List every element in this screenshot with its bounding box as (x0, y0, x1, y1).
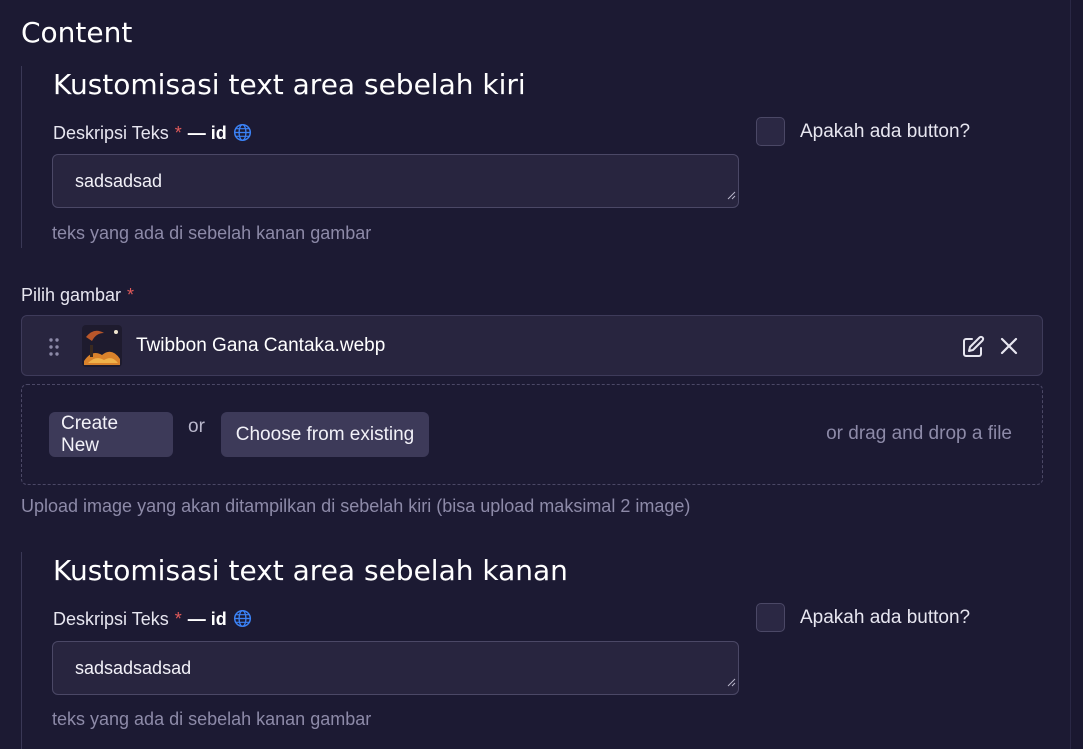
file-thumbnail (82, 325, 122, 367)
globe-icon (233, 123, 252, 147)
image-field-label-text: Pilih gambar (21, 285, 122, 305)
left-text-area-section: Kustomisasi text area sebelah kiri Deskr… (21, 66, 1043, 248)
has-button-checkbox[interactable] (756, 603, 785, 632)
page-title: Content (21, 16, 133, 49)
locale-label: — id (187, 123, 227, 143)
or-separator: or (188, 416, 205, 437)
create-new-button[interactable]: Create New (49, 412, 173, 457)
description-textarea-left[interactable]: sadsadsad (52, 154, 739, 208)
textarea-value: sadsadsadsad (75, 657, 192, 678)
right-text-area-section: Kustomisasi text area sebelah kanan Desk… (21, 552, 1043, 749)
has-button-label: Apakah ada button? (800, 120, 971, 142)
image-field-label: Pilih gambar * (21, 285, 134, 306)
description-helper: teks yang ada di sebelah kanan gambar (52, 223, 372, 243)
has-button-label: Apakah ada button? (800, 606, 971, 628)
file-dropzone[interactable]: Create New or Choose from existing or dr… (21, 384, 1043, 485)
description-helper: teks yang ada di sebelah kanan gambar (52, 709, 372, 729)
required-mark: * (174, 609, 182, 629)
drag-handle-icon[interactable] (48, 337, 60, 362)
locale-label: — id (187, 609, 227, 629)
file-name: Twibbon Gana Cantaka.webp (136, 335, 386, 356)
section-divider (21, 66, 22, 248)
selected-file-row: Twibbon Gana Cantaka.webp (21, 315, 1043, 376)
resize-grip-icon[interactable] (726, 671, 736, 692)
description-textarea-right[interactable]: sadsadsadsad (52, 641, 739, 695)
page-scrollbar[interactable] (1070, 0, 1083, 749)
close-icon[interactable] (999, 336, 1019, 361)
section-divider (21, 552, 22, 749)
image-field-helper: Upload image yang akan ditampilkan di se… (21, 496, 691, 516)
description-label: Deskripsi Teks * — id (53, 123, 252, 147)
drag-drop-hint: or drag and drop a file (826, 423, 1012, 444)
edit-icon[interactable] (961, 335, 985, 364)
section-title-right: Kustomisasi text area sebelah kanan (53, 554, 568, 587)
has-button-checkbox[interactable] (756, 117, 785, 146)
required-mark: * (174, 123, 182, 143)
has-button-toggle-right[interactable]: Apakah ada button? (756, 603, 970, 632)
description-label-text: Deskripsi Teks (53, 123, 169, 143)
has-button-toggle-left[interactable]: Apakah ada button? (756, 117, 970, 146)
section-title-left: Kustomisasi text area sebelah kiri (53, 68, 526, 101)
required-mark: * (127, 285, 135, 305)
resize-grip-icon[interactable] (726, 184, 736, 205)
description-label-text: Deskripsi Teks (53, 609, 169, 629)
description-label: Deskripsi Teks * — id (53, 609, 252, 633)
globe-icon (233, 609, 252, 633)
choose-existing-button[interactable]: Choose from existing (221, 412, 429, 457)
textarea-value: sadsadsad (75, 170, 163, 191)
